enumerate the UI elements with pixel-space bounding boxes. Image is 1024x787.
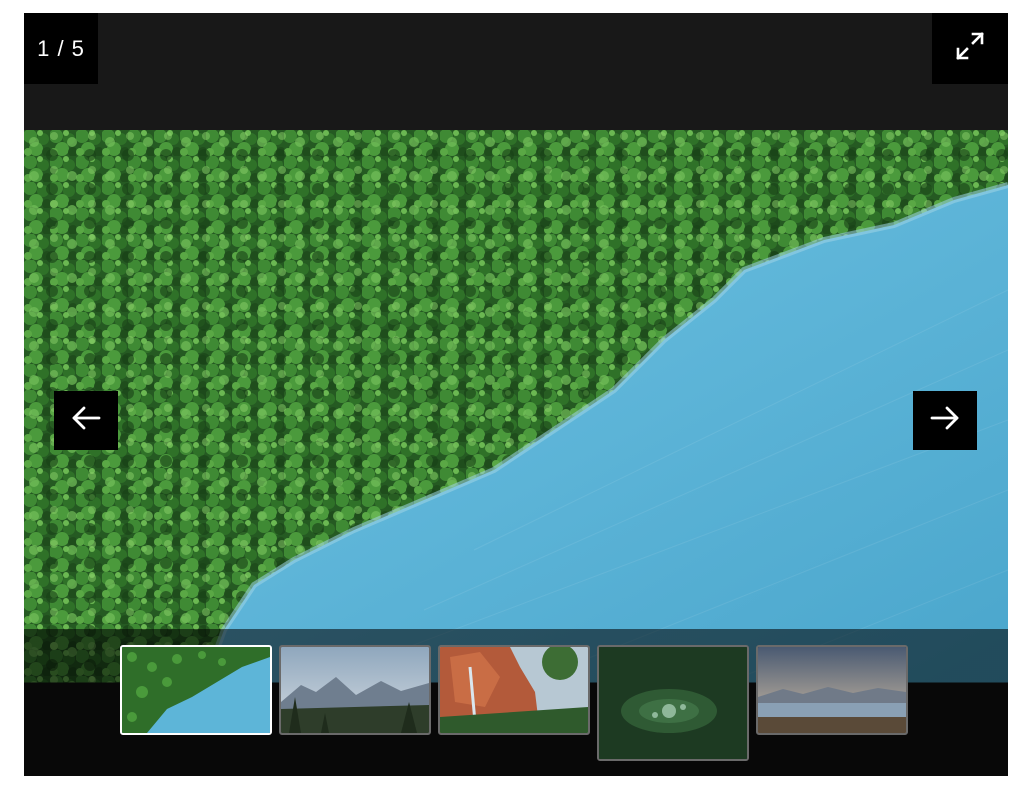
expand-arrows-icon	[954, 30, 986, 67]
main-slide-image	[24, 130, 1008, 684]
arrow-right-icon	[929, 404, 961, 437]
thumbnail-1[interactable]	[120, 645, 272, 735]
thumbnail-2[interactable]	[279, 645, 431, 735]
arrow-left-icon	[70, 404, 102, 437]
slide-counter: 1 / 5	[24, 13, 98, 84]
fullscreen-button[interactable]	[932, 13, 1008, 84]
thumbnail-4[interactable]	[597, 645, 749, 761]
thumbnail-3[interactable]	[438, 645, 590, 735]
previous-button[interactable]	[54, 391, 118, 450]
thumbnail-strip	[24, 629, 1008, 776]
image-gallery: 1 / 5	[24, 13, 1008, 776]
next-button[interactable]	[913, 391, 977, 450]
thumbnail-5[interactable]	[756, 645, 908, 735]
